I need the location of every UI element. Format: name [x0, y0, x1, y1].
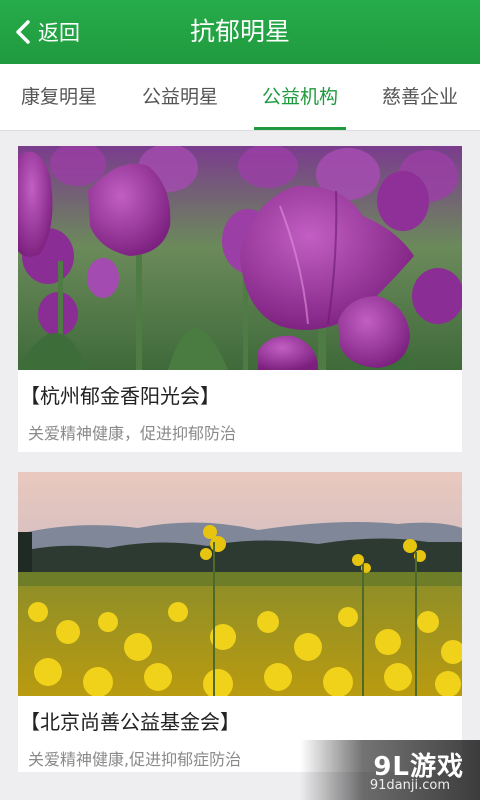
tab-label: 慈善企业: [381, 86, 458, 108]
tab-charity-stars[interactable]: 公益明星: [120, 64, 240, 130]
organization-subtitle: 关爱精神健康，促进抑郁防治: [28, 424, 237, 443]
active-tab-indicator: [254, 127, 346, 130]
organization-subtitle: 关爱精神健康,促进抑郁症防治: [28, 750, 242, 769]
page-title: 抗郁明星: [189, 17, 290, 46]
organization-title: 【杭州郁金香阳光会】: [20, 384, 220, 408]
site-watermark: 9L游戏 91danji.com: [300, 740, 480, 800]
organization-card[interactable]: 【北京尚善公益基金会】 关爱精神健康,促进抑郁症防治: [18, 472, 462, 772]
tab-recovery-stars[interactable]: 康复明星: [0, 64, 118, 130]
watermark-url: 91danji.com: [369, 778, 450, 793]
tab-label: 公益机构: [261, 86, 338, 108]
category-tabs: 康复明星 公益明星 公益机构 慈善企业: [0, 64, 480, 131]
header-bar: 返回 抗郁明星: [0, 0, 480, 64]
tab-charity-organizations[interactable]: 公益机构: [254, 64, 346, 130]
tab-label: 康复明星: [20, 86, 97, 108]
rapeseed-field-image: [18, 472, 462, 696]
tab-label: 公益明星: [141, 86, 218, 108]
purple-tulips-image: [18, 146, 462, 370]
organization-title: 【北京尚善公益基金会】: [20, 710, 240, 734]
organization-card[interactable]: 【杭州郁金香阳光会】 关爱精神健康，促进抑郁防治: [18, 146, 462, 452]
tab-charity-enterprises[interactable]: 慈善企业: [360, 64, 480, 130]
